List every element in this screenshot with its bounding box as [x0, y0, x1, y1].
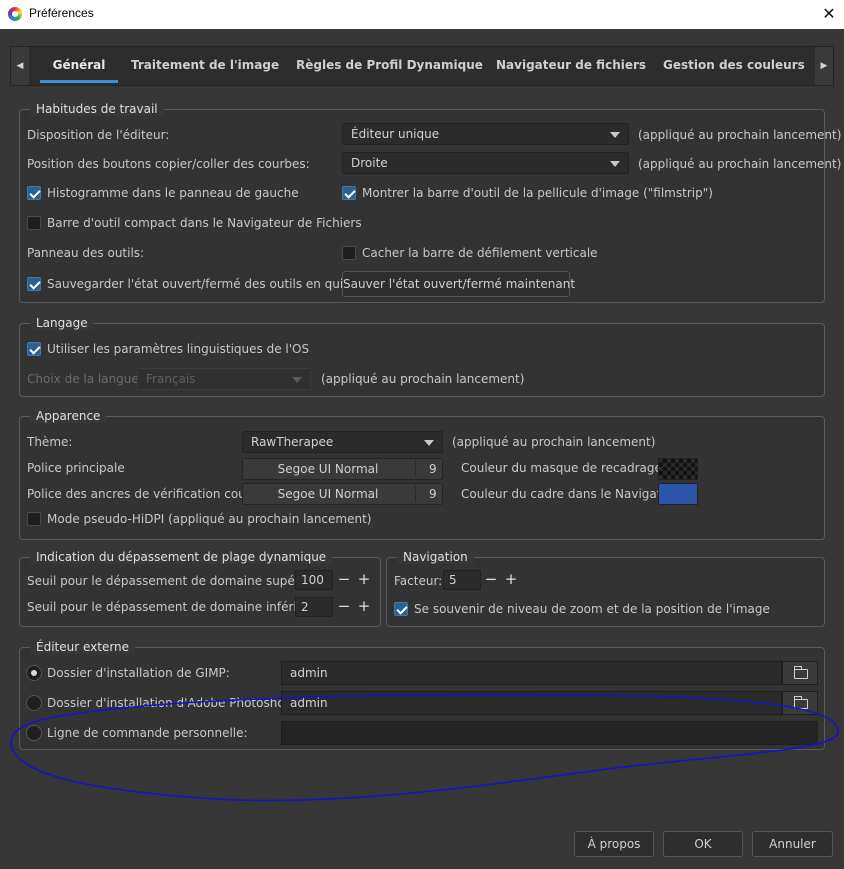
ok-button[interactable]: OK [663, 831, 743, 857]
annotation-ellipse [10, 693, 839, 802]
zoom-factor-input[interactable]: 5 [443, 570, 481, 590]
nav-frame-color-label: Couleur du cadre dans le Navigateur: [461, 487, 686, 501]
editor-layout-select[interactable]: Éditeur unique [342, 123, 629, 145]
about-button[interactable]: À propos [574, 831, 654, 857]
navigation-title: Navigation [397, 550, 474, 564]
save-state-on-exit-checkbox[interactable] [27, 277, 41, 291]
curve-buttons-select[interactable]: Droite [342, 152, 629, 174]
main-font-label: Police principale [27, 461, 125, 475]
remember-zoom-label: Se souvenir de niveau de zoom et de la p… [414, 602, 770, 616]
editor-layout-value: Éditeur unique [351, 127, 440, 141]
compact-toolbar-label: Barre d'outil compact dans le Navigateur… [47, 216, 362, 230]
main-font-name: Segoe UI Normal [277, 462, 379, 476]
gimp-radio[interactable] [26, 665, 42, 681]
title-bar: Préférences ✕ [0, 0, 844, 29]
chevron-down-icon [292, 377, 302, 383]
nav-frame-color-swatch[interactable] [658, 483, 698, 505]
anchor-font-size: 9 [429, 487, 437, 501]
tools-panel-label: Panneau des outils: [27, 246, 145, 260]
compact-toolbar-checkbox[interactable] [27, 216, 41, 230]
external-editor-title: Éditeur externe [30, 640, 136, 654]
upper-threshold-input[interactable]: 100 [295, 570, 333, 590]
language-choice-label: Choix de la langue: [27, 372, 143, 386]
theme-label: Thème: [27, 435, 73, 449]
lower-threshold-label: Seuil pour le dépassement de domaine inf… [27, 600, 321, 614]
lower-threshold-input[interactable]: 2 [295, 597, 333, 617]
use-os-language-label: Utiliser les paramètres linguistiques de… [47, 342, 310, 356]
language-value: Français [146, 372, 196, 386]
tab-general[interactable]: Général [40, 47, 118, 85]
chevron-down-icon [424, 440, 434, 446]
curve-buttons-value: Droite [351, 156, 388, 170]
hidpi-label: Mode pseudo-HiDPI (appliqué au prochain … [47, 512, 372, 526]
gimp-browse-button[interactable] [782, 661, 818, 685]
zoom-factor-label: Facteur: [394, 574, 443, 588]
tab-scroll-left-icon[interactable]: ◀ [11, 47, 29, 85]
appearance-title: Apparence [30, 409, 107, 423]
close-icon[interactable]: ✕ [818, 3, 840, 25]
save-state-now-button[interactable]: Sauver l'état ouvert/fermé maintenant [342, 271, 575, 297]
anchor-font-name: Segoe UI Normal [277, 487, 379, 501]
gimp-label: Dossier d'installation de GIMP: [47, 666, 230, 680]
upper-threshold-label: Seuil pour le dépassement de domaine sup… [27, 574, 327, 588]
anchor-font-button[interactable]: Segoe UI Normal 9 [242, 483, 443, 505]
minus-icon[interactable]: − [483, 570, 499, 590]
filmstrip-label: Montrer la barre d'outil de la pellicule… [362, 186, 713, 200]
chevron-down-icon [610, 132, 620, 138]
crop-mask-color-swatch[interactable] [658, 458, 698, 480]
cancel-button[interactable]: Annuler [752, 831, 833, 857]
rawtherapee-logo-icon [8, 7, 22, 21]
histogram-left-checkbox[interactable] [27, 186, 41, 200]
hide-scrollbar-label: Cacher la barre de défilement verticale [362, 246, 598, 260]
theme-value: RawTherapee [251, 435, 334, 449]
editor-layout-label: Disposition de l'éditeur: [27, 128, 170, 142]
tab-dynamic-profile-rules[interactable]: Règles de Profil Dynamique [296, 47, 483, 85]
window-title: Préférences [29, 6, 94, 20]
theme-select[interactable]: RawTherapee [242, 431, 443, 453]
remember-zoom-checkbox[interactable] [394, 602, 408, 616]
language-select[interactable]: Français [137, 368, 311, 390]
minus-icon[interactable]: − [336, 597, 352, 617]
tab-scroll-right-icon[interactable]: ▶ [815, 47, 833, 85]
main-font-size: 9 [429, 462, 437, 476]
tab-file-browser[interactable]: Navigateur de fichiers [496, 47, 646, 85]
histogram-left-label: Histogramme dans le panneau de gauche [47, 186, 299, 200]
minus-icon[interactable]: − [336, 570, 352, 590]
language-note: (appliqué au prochain lancement) [321, 372, 525, 386]
anchor-font-label: Police des ancres de vérification couleu… [27, 487, 273, 501]
language-title: Langage [30, 316, 94, 330]
gimp-path-field[interactable]: admin [281, 661, 782, 685]
main-font-button[interactable]: Segoe UI Normal 9 [242, 458, 443, 480]
chevron-down-icon [610, 161, 620, 167]
clipping-title: Indication du dépassement de plage dynam… [30, 550, 333, 564]
theme-note: (appliqué au prochain lancement) [452, 435, 656, 449]
crop-mask-color-label: Couleur du masque de recadrage: [461, 461, 666, 475]
use-os-language-checkbox[interactable] [27, 342, 41, 356]
tab-image-processing[interactable]: Traitement de l'image [131, 47, 279, 85]
curve-buttons-label: Position des boutons copier/coller des c… [27, 157, 310, 171]
folder-icon [794, 666, 808, 679]
hide-scrollbar-checkbox[interactable] [342, 246, 356, 260]
tab-color-management[interactable]: Gestion des couleurs [663, 47, 805, 85]
save-state-on-exit-label: Sauvegarder l'état ouvert/fermé des outi… [47, 277, 373, 291]
tab-bar: ◀ Général Traitement de l'image Règles d… [10, 46, 834, 86]
editor-layout-note: (appliqué au prochain lancement) [638, 128, 842, 142]
curve-buttons-note: (appliqué au prochain lancement) [638, 157, 842, 171]
hidpi-checkbox[interactable] [27, 512, 41, 526]
plus-icon[interactable]: + [503, 570, 519, 590]
font-separator [415, 461, 416, 477]
work-habits-title: Habitudes de travail [30, 102, 164, 116]
plus-icon[interactable]: + [356, 570, 372, 590]
font-separator [415, 486, 416, 502]
filmstrip-checkbox[interactable] [342, 186, 356, 200]
plus-icon[interactable]: + [356, 597, 372, 617]
